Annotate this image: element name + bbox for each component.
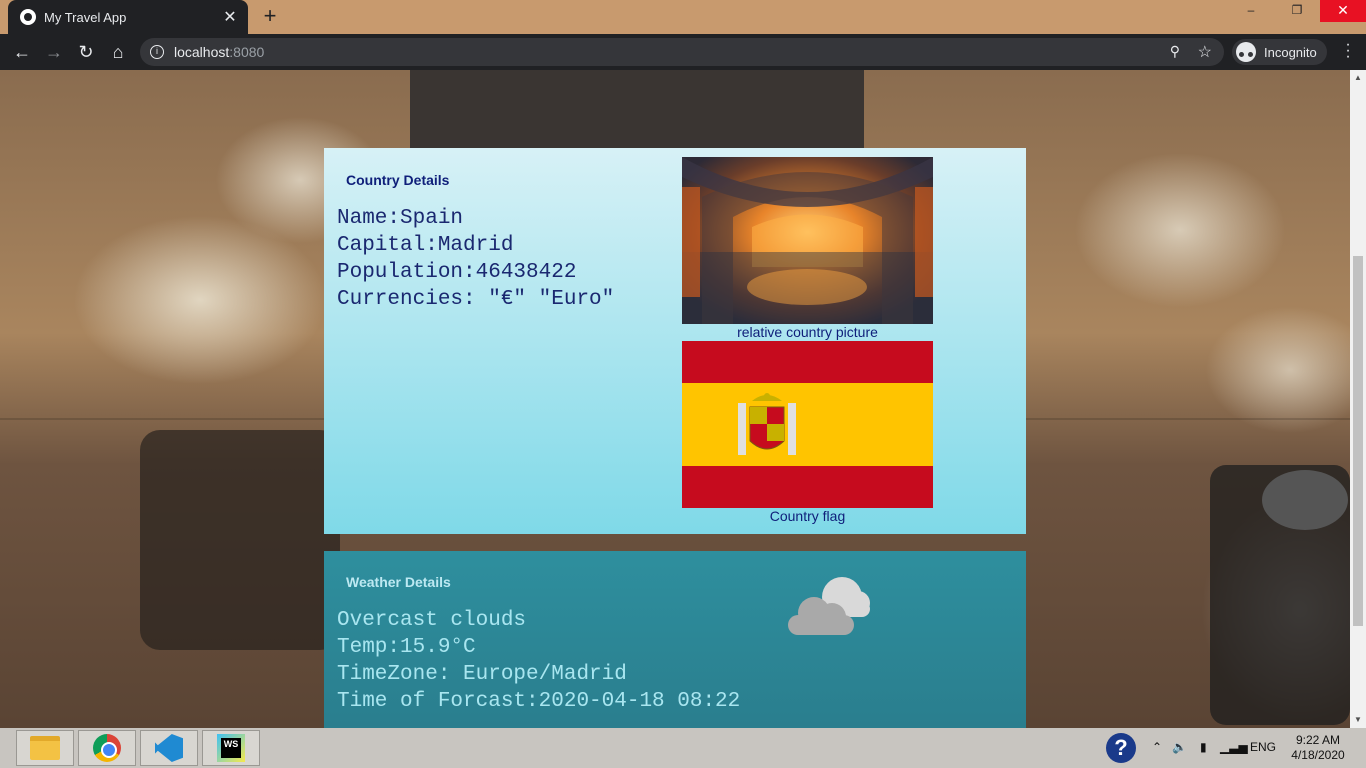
maximize-button[interactable]: ❐ xyxy=(1274,0,1320,22)
browser-toolbar: ← → ↻ ⌂ i localhost :8080 ⚲ ☆ Incognito … xyxy=(0,34,1366,70)
weather-details-heading: Weather Details xyxy=(346,574,451,590)
windows-taskbar: WS ? ⌃ 🔈 ▮ ▁▃▅ ENG 9:22 AM 4/18/2020 xyxy=(0,728,1366,768)
address-bar[interactable]: i localhost :8080 ⚲ ☆ xyxy=(140,38,1224,66)
taskbar-webstorm[interactable]: WS xyxy=(202,730,260,766)
url-host: localhost xyxy=(174,44,230,60)
incognito-icon xyxy=(1236,42,1256,62)
help-icon[interactable]: ? xyxy=(1106,733,1136,763)
url-port: :8080 xyxy=(229,44,265,60)
site-info-icon[interactable]: i xyxy=(150,45,164,59)
forward-arrow-icon[interactable]: → xyxy=(42,40,66,64)
tab-title: My Travel App xyxy=(44,9,127,25)
webstorm-icon: WS xyxy=(217,734,245,762)
country-population: Population:46438422 xyxy=(337,261,577,284)
scroll-down-icon[interactable]: ▼ xyxy=(1350,712,1366,728)
background-camera-top xyxy=(410,70,864,150)
minimize-button[interactable]: – xyxy=(1228,0,1274,22)
taskbar-file-explorer[interactable] xyxy=(16,730,74,766)
input-language[interactable]: ENG xyxy=(1250,740,1276,754)
country-details-heading: Country Details xyxy=(346,172,450,188)
back-arrow-icon[interactable]: ← xyxy=(10,40,34,64)
spain-flag xyxy=(682,341,933,508)
background-camera-left xyxy=(140,430,340,650)
weather-timezone: TimeZone: Europe/Madrid xyxy=(337,663,627,686)
country-picture-caption: relative country picture xyxy=(737,324,878,340)
webstorm-label: WS xyxy=(221,738,241,758)
country-name: Name:Spain xyxy=(337,207,464,230)
country-picture xyxy=(682,157,933,324)
chrome-icon xyxy=(93,734,121,762)
taskbar-chrome[interactable] xyxy=(78,730,136,766)
volume-icon[interactable]: 🔈 xyxy=(1172,740,1187,754)
weather-temp: Temp:15.9°C xyxy=(337,636,476,659)
page-background: Country Details Name:Spain Capital:Madri… xyxy=(0,70,1350,728)
bookmark-star-icon[interactable]: ☆ xyxy=(1198,42,1212,62)
weather-details-text: Overcast clouds Temp:15.9°C TimeZone: Eu… xyxy=(337,607,817,715)
tab-close-icon[interactable]: ✕ xyxy=(222,7,238,27)
globe-icon xyxy=(20,9,36,25)
taskbar-clock[interactable]: 9:22 AM 4/18/2020 xyxy=(1282,733,1354,763)
country-details-text: Name:Spain Capital:Madrid Population:464… xyxy=(337,205,637,313)
weather-forecast-time: Time of Forcast:2020-04-18 08:22 xyxy=(337,690,741,713)
country-flag-caption: Country flag xyxy=(769,508,846,524)
close-window-button[interactable]: ✕ xyxy=(1320,0,1366,22)
menu-dots-icon[interactable]: · · · xyxy=(1340,37,1356,65)
page-scrollbar[interactable]: ▲ ▼ xyxy=(1350,70,1366,728)
weather-description: Overcast clouds xyxy=(337,609,527,632)
weather-details-card: Weather Details Overcast clouds Temp:15.… xyxy=(324,551,1026,728)
reload-icon[interactable]: ↻ xyxy=(74,40,98,64)
taskbar-vscode[interactable] xyxy=(140,730,198,766)
zoom-icon[interactable]: ⚲ xyxy=(1170,43,1180,60)
browser-tab-strip: My Travel App ✕ + – ❐ ✕ xyxy=(0,0,1366,34)
tray-expand-icon[interactable]: ⌃ xyxy=(1152,740,1162,754)
country-currencies: Currencies: "€" "Euro" xyxy=(337,288,615,311)
new-tab-button[interactable]: + xyxy=(258,5,282,29)
clock-date: 4/18/2020 xyxy=(1291,748,1345,762)
country-capital: Capital:Madrid xyxy=(337,234,514,257)
scroll-up-icon[interactable]: ▲ xyxy=(1350,70,1366,86)
scrollbar-thumb[interactable] xyxy=(1353,256,1363,626)
file-explorer-icon xyxy=(30,736,60,760)
vscode-icon xyxy=(155,734,183,762)
country-details-card: Country Details Name:Spain Capital:Madri… xyxy=(324,148,1026,534)
network-icon[interactable]: ▁▃▅ xyxy=(1220,740,1248,754)
incognito-indicator[interactable]: Incognito xyxy=(1232,39,1327,65)
incognito-label: Incognito xyxy=(1264,44,1317,60)
battery-icon[interactable]: ▮ xyxy=(1200,740,1207,754)
overcast-clouds-icon xyxy=(784,571,874,641)
home-icon[interactable]: ⌂ xyxy=(106,40,130,64)
background-camera-lens xyxy=(1262,470,1348,530)
clock-time: 9:22 AM xyxy=(1295,733,1341,747)
browser-tab[interactable]: My Travel App ✕ xyxy=(8,0,248,34)
